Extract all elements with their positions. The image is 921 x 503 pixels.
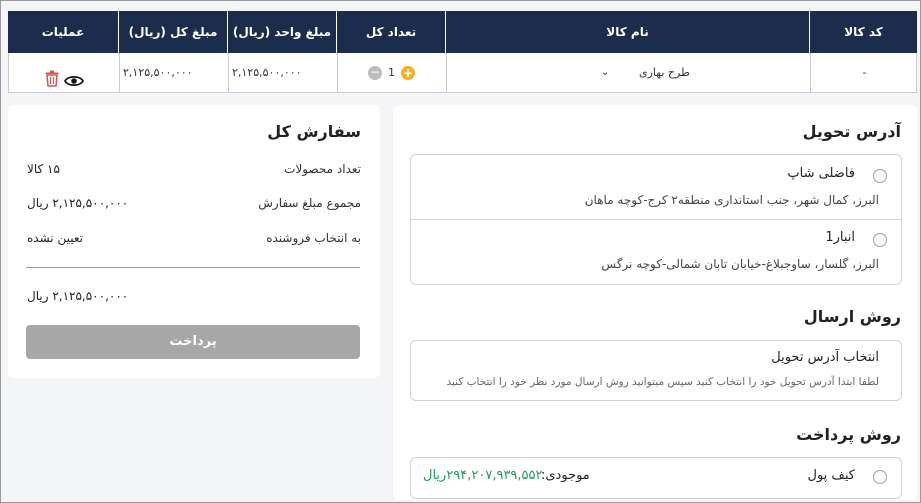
shipping-method-box: انتخاب آدرس تحویل لطفا ابتدا آدرس تحویل … <box>410 340 902 401</box>
checkout-options-card: آدرس تحویل فاضلی شاپ البرز، کمال شهر، جن… <box>393 105 917 500</box>
wallet-balance-label: موجودی: <box>541 468 590 483</box>
address-list: فاضلی شاپ البرز، کمال شهر، جنب استانداری… <box>410 154 902 285</box>
row-total: ۲,۱۲۵,۵۰۰,۰۰۰ <box>119 53 228 92</box>
wallet-radio[interactable] <box>873 470 887 484</box>
address-name: فاضلی شاپ <box>787 166 855 181</box>
product-select-value: طرح بهاری <box>639 66 690 79</box>
seller-choice-label: به انتخاب فروشنده <box>266 231 361 245</box>
product-count-label: تعداد محصولات <box>284 162 361 176</box>
address-line: البرز، گلسار، ساوجبلاغ-خیابان تابان شمال… <box>601 257 879 271</box>
product-count-value: ۱۵ کالا <box>27 162 60 176</box>
wallet-option[interactable]: کیف پول موجودی: ۲۹۴,۲۰۷,۹۳۹,۵۵۲ریال <box>410 457 902 499</box>
header-product-name: نام کالا <box>445 11 809 53</box>
wallet-label: کیف پول <box>807 468 855 483</box>
payment-method-title: روش پرداخت <box>796 425 901 444</box>
row-qty-cell: − 1 + <box>337 53 446 92</box>
order-total-value: ۲,۱۲۵,۵۰۰,۰۰۰ ریال <box>27 289 129 303</box>
address-option[interactable]: فاضلی شاپ البرز، کمال شهر، جنب استانداری… <box>411 155 901 220</box>
order-summary-card: سفارش کل تعداد محصولات ۱۵ کالا مجموع مبل… <box>8 105 380 378</box>
summary-divider <box>26 267 360 268</box>
header-product-code: کد کالا <box>809 11 917 53</box>
delivery-address-title: آدرس تحویل <box>802 122 901 141</box>
order-sum-label: مجموع مبلغ سفارش <box>258 196 361 210</box>
view-icon[interactable] <box>63 65 85 87</box>
wallet-balance-value: ۲۹۴,۲۰۷,۹۳۹,۵۵۲ریال <box>423 468 543 483</box>
trash-icon[interactable] <box>45 64 59 87</box>
address-option[interactable]: انبار1 البرز، گلسار، ساوجبلاغ-خیابان تاب… <box>411 219 901 283</box>
product-select[interactable]: طرح بهاری ⌄ <box>446 53 810 92</box>
pay-button[interactable]: پرداخت <box>26 325 360 359</box>
chevron-down-icon: ⌄ <box>601 67 610 78</box>
address-radio[interactable] <box>873 169 887 183</box>
header-actions: عملیات <box>41 25 85 39</box>
order-sum-value: ۲,۱۲۵,۵۰۰,۰۰۰ ریال <box>27 196 129 210</box>
row-actions-cell <box>9 53 119 92</box>
increase-qty-button[interactable]: + <box>401 66 415 80</box>
address-name: انبار1 <box>825 230 855 245</box>
address-line: البرز، کمال شهر، جنب استانداری منطقه۲ کر… <box>584 193 879 207</box>
header-qty: تعداد کل <box>336 11 445 53</box>
qty-value: 1 <box>388 66 395 79</box>
seller-choice-value: تعیین نشده <box>27 231 83 245</box>
shipping-method-title: روش ارسال <box>803 307 901 326</box>
table-header: عملیات مبلغ کل (ریال) مبلغ واحد (ریال) ت… <box>8 11 917 53</box>
header-total: مبلغ کل (ریال) <box>118 11 227 53</box>
decrease-qty-button[interactable]: − <box>368 66 382 80</box>
address-radio[interactable] <box>873 233 887 247</box>
shipping-box-hint: لطفا ابتدا آدرس تحویل خود را انتخاب کنید… <box>446 376 879 388</box>
order-summary-title: سفارش کل <box>267 122 361 141</box>
shipping-box-title: انتخاب آدرس تحویل <box>771 350 879 365</box>
table-row: ۲,۱۲۵,۵۰۰,۰۰۰ ۲,۱۲۵,۵۰۰,۰۰۰ − 1 + طرح به… <box>8 53 917 93</box>
row-unit-price: ۲,۱۲۵,۵۰۰,۰۰۰ <box>228 53 337 92</box>
header-unit-price: مبلغ واحد (ریال) <box>227 11 336 53</box>
row-code: - <box>810 53 918 92</box>
